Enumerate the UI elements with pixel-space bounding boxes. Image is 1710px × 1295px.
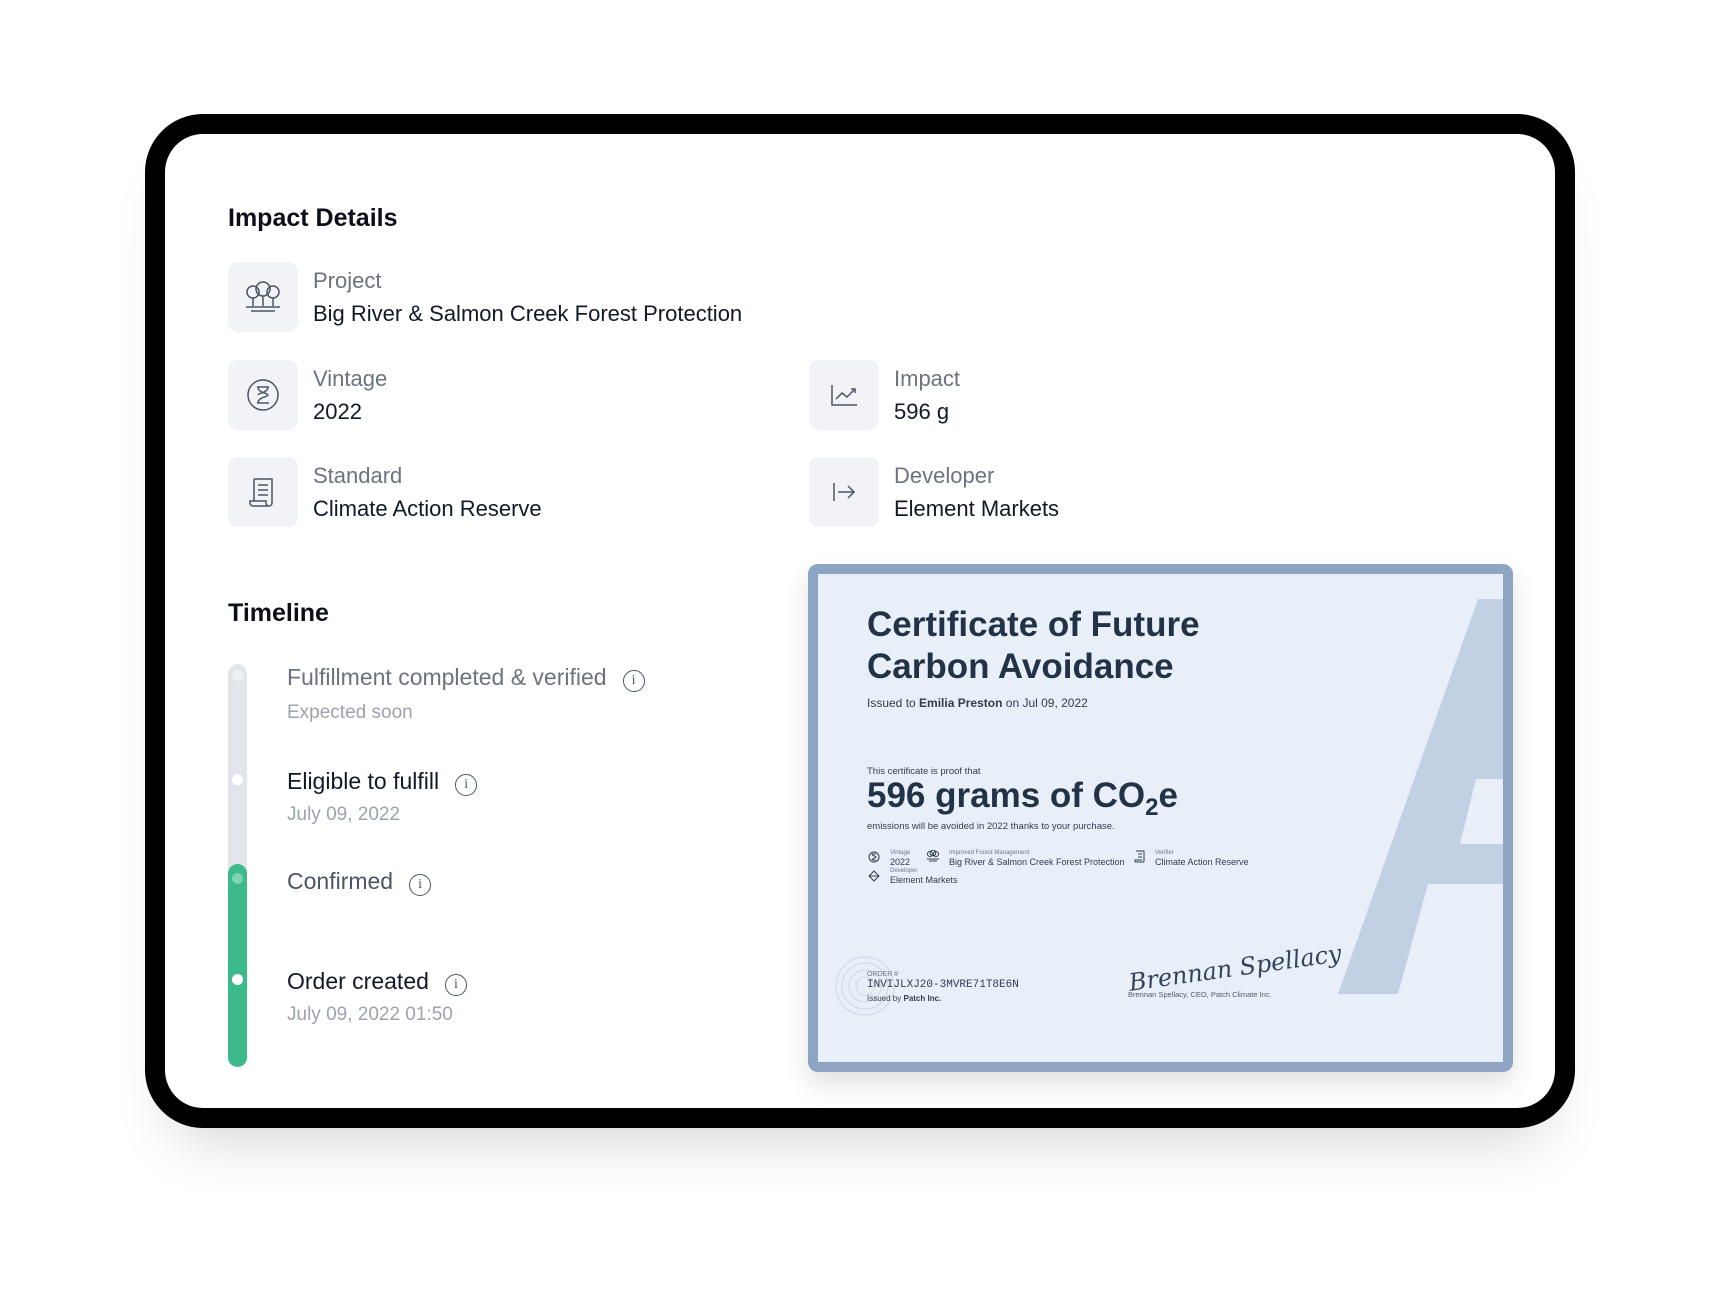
trend-chart-icon [831, 385, 857, 406]
impact-value: 596 g [894, 399, 950, 424]
timeline-item-confirmed: Confirmed i [287, 868, 432, 896]
timeline-item-created: Order created i July 09, 2022 01:50 [287, 968, 467, 1026]
timeline-track-done [228, 864, 247, 1067]
standard-tile [228, 457, 298, 527]
recipient-name: Emilia Preston [919, 696, 1003, 710]
cert-verifier-value: Climate Action Reserve [1155, 857, 1249, 867]
impact-label: Impact [894, 366, 961, 391]
timeline-dot-confirmed [232, 873, 243, 884]
arrow-right-bar-icon [833, 483, 856, 501]
vintage-tile [228, 360, 298, 430]
vintage-label: Vintage [313, 366, 388, 391]
carbon-amount: 596 grams of CO2e [867, 776, 1178, 821]
developer-value: Element Markets [894, 496, 1060, 521]
standard-value: Climate Action Reserve [313, 496, 542, 521]
trees-icon [927, 850, 939, 862]
signature-caption: Brennan Spellacy, CEO, Patch Climate Inc… [1128, 990, 1272, 999]
timeline-dot-created [232, 974, 243, 985]
hourglass-icon [247, 379, 279, 411]
hourglass-icon [868, 851, 880, 863]
issued-by: Issued by Patch Inc. [867, 994, 942, 1003]
order-id: INVIJLXJ20-3MVRE71T8E6N [867, 979, 1019, 991]
certificate-title: Certificate of Future Carbon Avoidance [867, 605, 1200, 686]
cert-vintage-label: Vintage [890, 850, 911, 856]
timeline-item-subtitle: July 09, 2022 [287, 803, 401, 825]
developer-tile [809, 457, 879, 527]
project-value: Big River & Salmon Creek Forest Protecti… [313, 301, 743, 326]
certificate-body: Certificate of Future Carbon Avoidance I… [818, 574, 1503, 1062]
project-tile [228, 262, 298, 332]
timeline-item-title: Fulfillment completed & verified [287, 664, 607, 690]
scroll-document-icon [1134, 850, 1145, 863]
tablet-screen: Impact Details Project Big River & Salmo… [165, 134, 1555, 1108]
timeline-dot-eligible [232, 774, 243, 785]
timeline-item-title: Order created [287, 968, 429, 994]
timeline-item-subtitle: July 09, 2022 01:50 [287, 1003, 453, 1025]
standard-label: Standard [313, 463, 403, 488]
info-icon[interactable]: i [409, 873, 432, 896]
developer-label: Developer [894, 463, 995, 488]
info-icon[interactable]: i [455, 773, 478, 796]
project-label: Project [313, 268, 382, 293]
timeline-dot-fulfilled [232, 670, 243, 681]
timeline-item-fulfilled: Fulfillment completed & verified i Expect… [287, 664, 645, 724]
issued-to-line: Issued to Emilia Preston on Jul 09, 2022 [867, 696, 1088, 710]
timeline-heading: Timeline [228, 599, 329, 627]
trees-icon [246, 281, 280, 312]
cert-verifier-label: Verifier [1155, 850, 1174, 856]
impact-tile [809, 360, 879, 430]
diamond-icon [868, 870, 880, 882]
cert-developer-value: Element Markets [890, 875, 958, 885]
info-icon[interactable]: i [444, 973, 467, 996]
emissions-text: emissions will be avoided in 2022 thanks… [867, 821, 1115, 832]
timeline-item-eligible: Eligible to fulfill i July 09, 2022 [287, 768, 478, 826]
vintage-value: 2022 [313, 399, 362, 424]
timeline-item-title: Confirmed [287, 868, 394, 894]
impact-details-heading: Impact Details [228, 204, 398, 232]
patch-logo-watermark [1338, 599, 1503, 994]
cert-developer-label: Developer [890, 868, 918, 874]
scroll-document-icon [249, 478, 273, 507]
order-label: ORDER # [867, 971, 899, 978]
timeline-item-subtitle: Expected soon [287, 701, 413, 723]
cert-vintage-value: 2022 [890, 857, 911, 867]
certificate-card[interactable]: Certificate of Future Carbon Avoidance I… [808, 564, 1513, 1072]
cert-project-value: Big River & Salmon Creek Forest Protecti… [949, 857, 1125, 867]
info-icon[interactable]: i [622, 669, 645, 692]
cert-project-label: Improved Forest Management [949, 850, 1030, 856]
timeline-item-title: Eligible to fulfill [287, 768, 440, 794]
